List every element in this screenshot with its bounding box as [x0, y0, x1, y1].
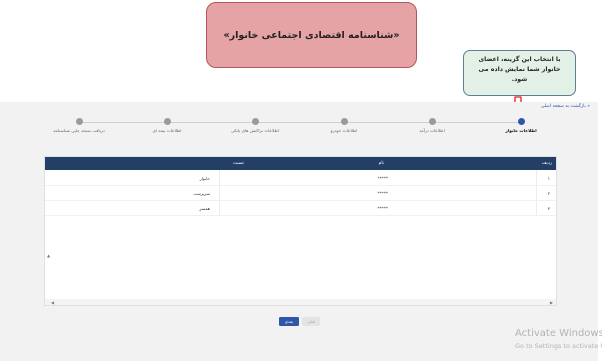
cell-name: *****	[377, 176, 388, 181]
step-label: دریافت نسخه چاپی شناسنامه	[53, 128, 105, 133]
next-button[interactable]: بعدی	[279, 317, 299, 326]
step-bank-transactions[interactable]: اطلاعات تراکنش های بانکی	[215, 118, 295, 133]
step-label: اطلاعات خودرو	[330, 128, 358, 133]
table-header: ردیف نام نسبت	[45, 157, 556, 170]
cell-index: ۲	[547, 191, 550, 196]
household-table: ردیف نام نسبت ۱ ***** خانوار ۲ ***** سرپ…	[44, 156, 557, 306]
scroll-up-icon[interactable]: ▲	[47, 253, 50, 258]
previous-button[interactable]: قبلی	[302, 317, 320, 326]
step-label: اطلاعات تراکنش های بانکی	[230, 128, 280, 133]
cell-relation: سرپرست	[193, 191, 210, 196]
cell-relation: خانوار	[199, 176, 210, 181]
table-row[interactable]: ۱ ***** خانوار	[45, 171, 556, 186]
step-household[interactable]: اطلاعات خانوار	[481, 118, 561, 133]
step-dot	[75, 118, 83, 125]
step-print[interactable]: دریافت نسخه چاپی شناسنامه	[39, 118, 119, 133]
cell-name: *****	[377, 206, 388, 211]
step-label: اطلاعات خانوار	[505, 128, 537, 133]
table-row[interactable]: ۳ ***** همسر	[45, 201, 556, 216]
step-income[interactable]: اطلاعات درآمد	[392, 118, 472, 133]
activate-windows-subtitle: Go to Settings to activate Windows.	[515, 342, 602, 350]
scroll-left-icon[interactable]: ◀	[51, 300, 54, 305]
screen: «شناسنامه اقتصادی اجتماعی خانوار» با انت…	[0, 0, 602, 361]
step-label: اطلاعات بیمه ای	[152, 128, 182, 133]
tooltip-callout: با انتخاب این گزینه، اعضای خانوار شما نم…	[463, 50, 576, 96]
scroll-right-icon[interactable]: ▶	[550, 300, 553, 305]
cell-name: *****	[377, 191, 388, 196]
horizontal-scrollbar[interactable]	[45, 299, 556, 305]
step-insurance[interactable]: اطلاعات بیمه ای	[127, 118, 207, 133]
tooltip-line-1: با انتخاب این گزینه، اعضای	[478, 56, 561, 63]
header-relation: نسبت	[232, 161, 244, 166]
title-banner: «شناسنامه اقتصادی اجتماعی خانوار»	[206, 2, 417, 68]
cell-index: ۱	[547, 176, 550, 181]
back-to-home-link[interactable]: « بازگشت به صفحه اصلی	[541, 104, 590, 109]
step-label: اطلاعات درآمد	[419, 128, 445, 133]
banner-title: «شناسنامه اقتصادی اجتماعی خانوار»	[223, 29, 400, 41]
step-dot	[163, 118, 171, 125]
cell-relation: همسر	[199, 206, 210, 211]
step-dot	[340, 118, 348, 125]
tooltip-line-2: خانوار شما نمایش داده می شود.	[478, 66, 561, 83]
step-dot	[517, 118, 525, 125]
header-index: ردیف	[541, 161, 552, 166]
header-name: نام	[378, 161, 384, 166]
step-dot	[251, 118, 259, 125]
activate-windows-title: Activate Windows	[515, 328, 602, 339]
cell-index: ۳	[547, 206, 550, 211]
step-vehicle[interactable]: اطلاعات خودرو	[304, 118, 384, 133]
table-row[interactable]: ۲ ***** سرپرست	[45, 186, 556, 201]
step-dot	[428, 118, 436, 125]
